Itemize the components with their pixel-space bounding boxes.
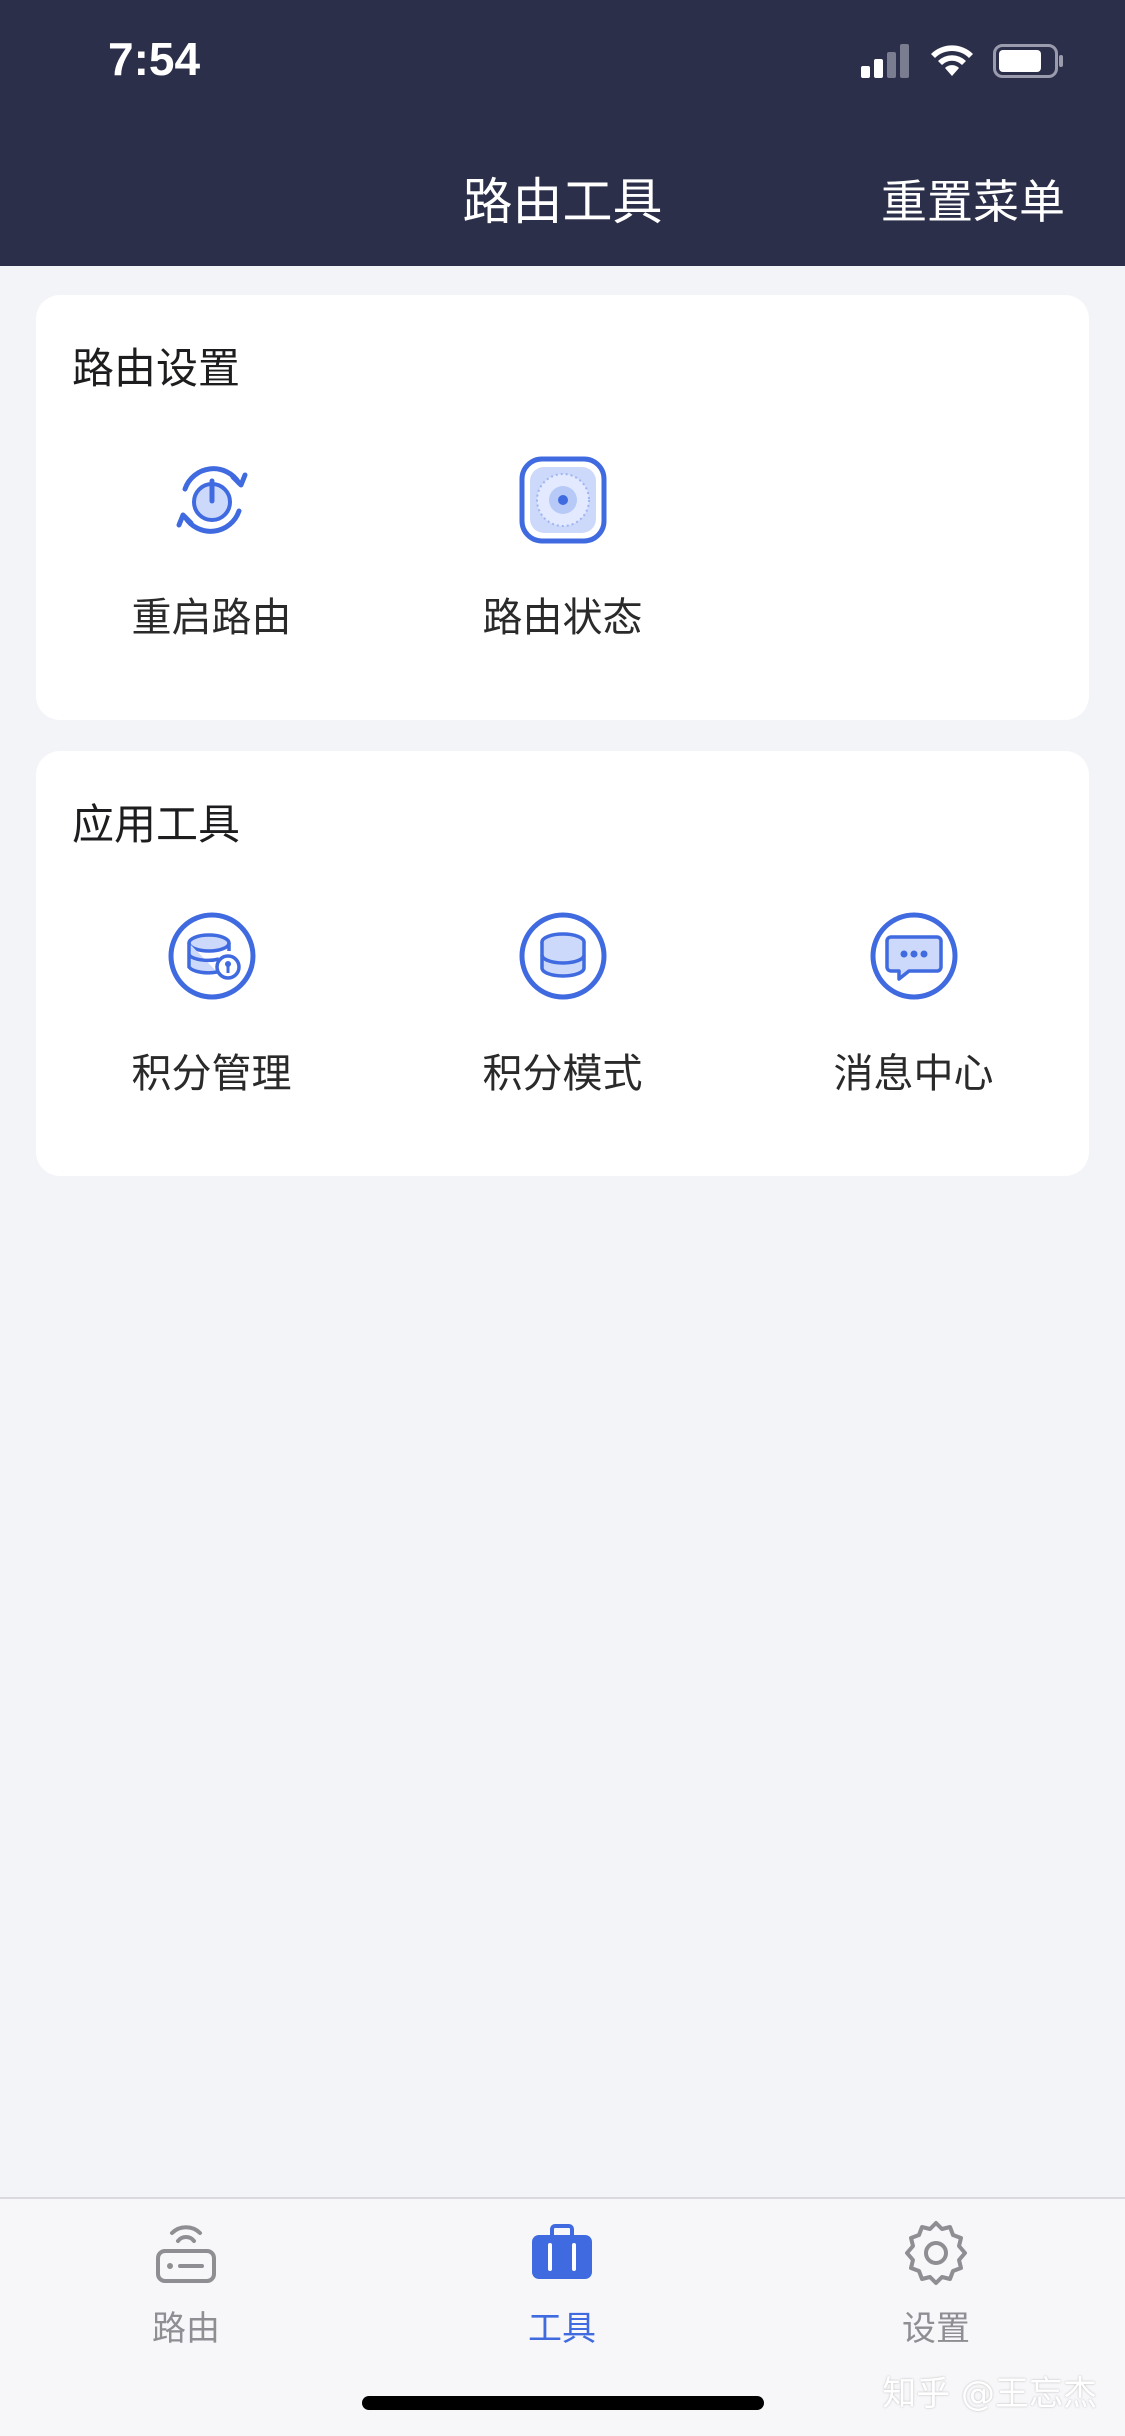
tab-router[interactable]: 路由: [86, 2219, 286, 2359]
restart-router-item[interactable]: 重启路由: [36, 455, 387, 655]
router-settings-card: 路由设置 重启路由 路由状态: [36, 295, 1089, 720]
message-center-icon: [869, 911, 959, 1001]
wifi-icon: [931, 45, 973, 76]
item-label: 积分模式: [482, 1051, 643, 1097]
points-manage-item[interactable]: 积分管理: [36, 911, 387, 1111]
router-icon: [152, 2219, 220, 2287]
reset-menu-button[interactable]: 重置菜单: [881, 166, 1065, 232]
cellular-signal-icon: [861, 44, 909, 78]
points-mode-item[interactable]: 积分模式: [387, 911, 738, 1111]
tab-tools[interactable]: 工具: [462, 2219, 662, 2359]
tab-label: 工具: [528, 2309, 596, 2349]
router-status-item[interactable]: 路由状态: [387, 455, 738, 655]
battery-icon: [993, 44, 1063, 78]
section-title: 应用工具: [72, 800, 241, 849]
item-label: 重启路由: [131, 595, 292, 641]
item-label: 消息中心: [833, 1051, 994, 1097]
tab-label: 路由: [152, 2309, 220, 2349]
section-title: 路由设置: [72, 344, 241, 393]
status-icons: [861, 38, 1065, 84]
item-label: 路由状态: [482, 595, 643, 641]
home-indicator[interactable]: [362, 2396, 764, 2410]
gear-icon: [902, 2219, 970, 2287]
app-header: 7:54 路由工具 重置菜单: [0, 0, 1125, 266]
tab-label: 设置: [902, 2309, 970, 2349]
points-manage-icon: [167, 911, 257, 1001]
tab-settings[interactable]: 设置: [836, 2219, 1036, 2359]
app-tools-card: 应用工具 积分管理 积分模式 消息中心: [36, 751, 1089, 1176]
status-time: 7:54: [108, 33, 201, 85]
item-label: 积分管理: [131, 1051, 292, 1097]
watermark: 知乎 @王忘杰: [882, 2374, 1097, 2414]
toolbox-icon: [528, 2219, 596, 2287]
restart-power-icon: [167, 455, 257, 545]
message-center-item[interactable]: 消息中心: [738, 911, 1089, 1111]
router-status-icon: [518, 455, 608, 545]
points-mode-icon: [518, 911, 608, 1001]
